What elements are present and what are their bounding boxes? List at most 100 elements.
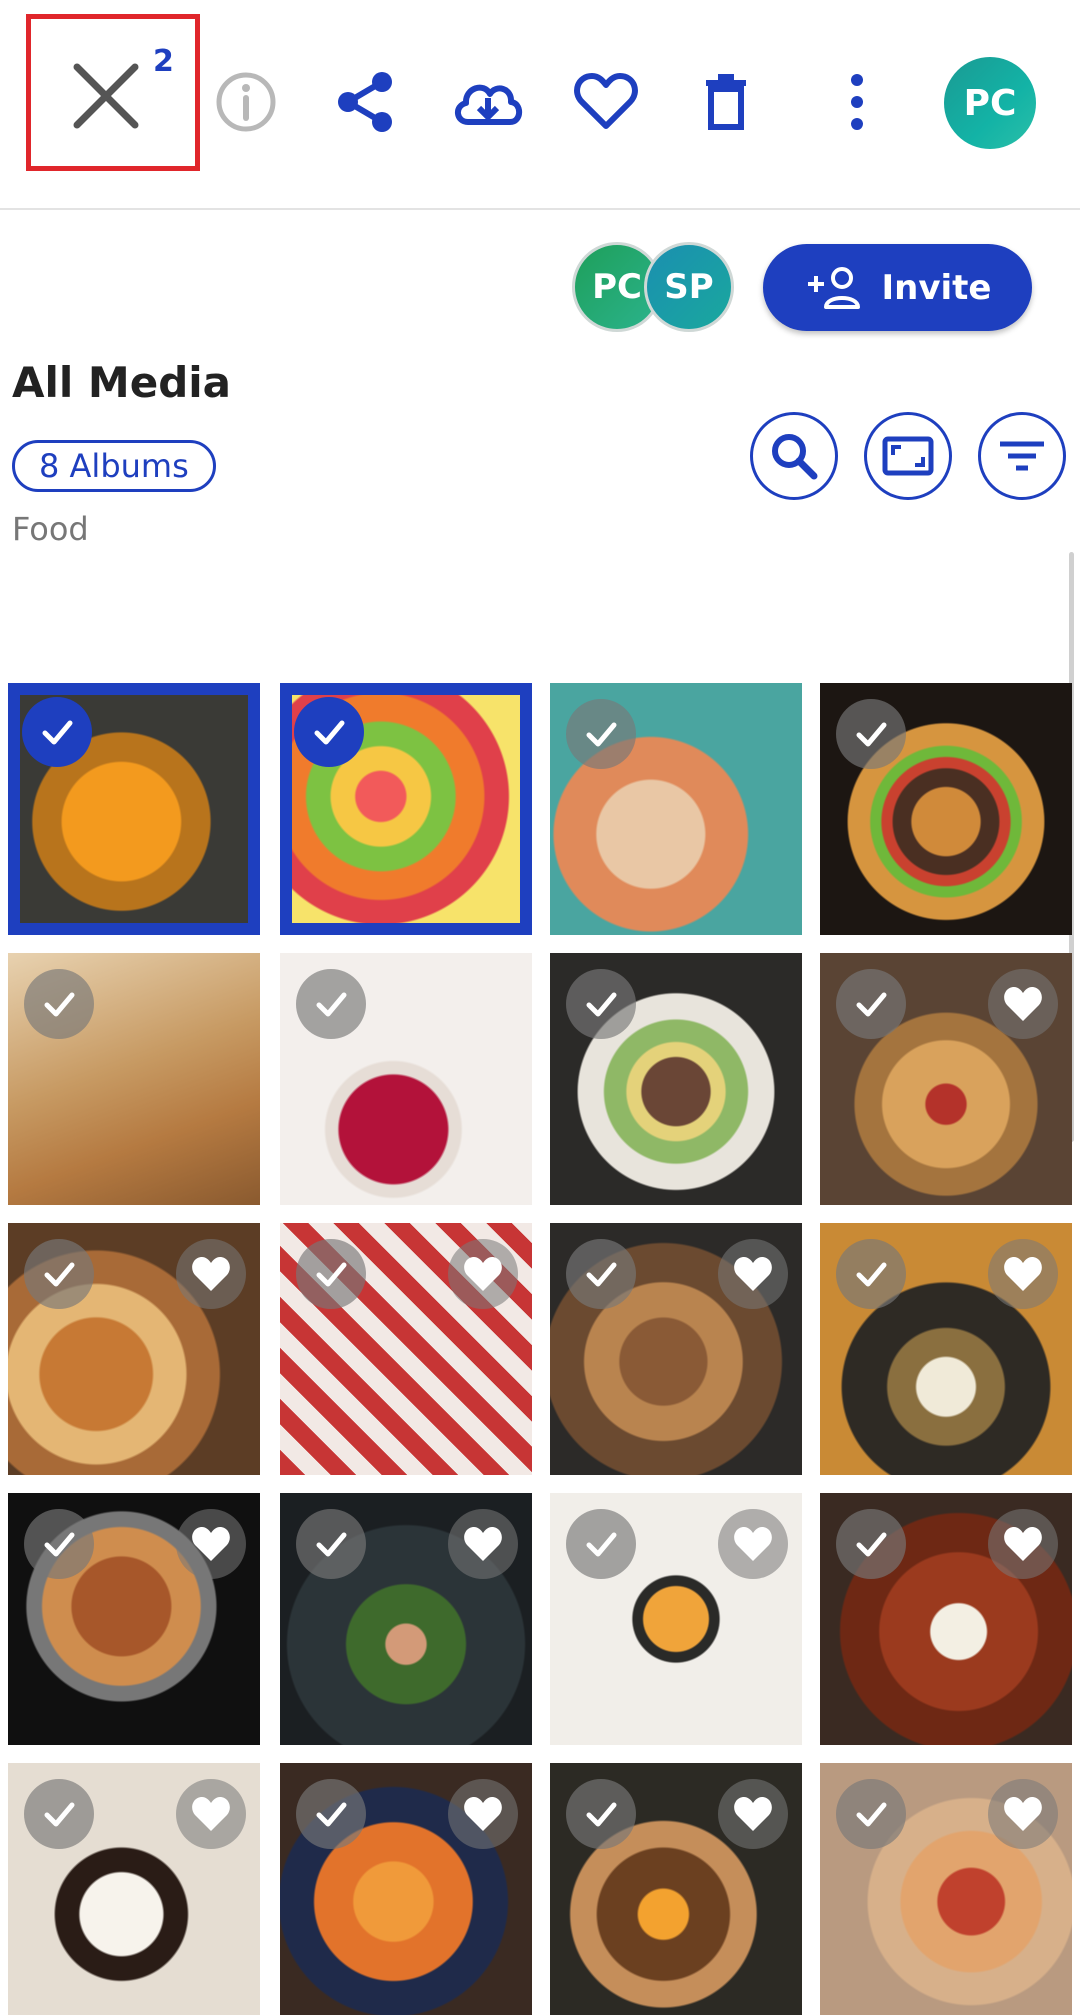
invite-button[interactable]: Invite <box>763 244 1032 331</box>
select-checkbox[interactable] <box>566 1779 636 1849</box>
select-checkbox[interactable] <box>836 1779 906 1849</box>
photo-tile[interactable] <box>8 1763 260 2015</box>
checkmark-icon <box>586 992 617 1017</box>
checkmark-icon <box>316 1802 347 1827</box>
checkmark-icon <box>586 1262 617 1287</box>
favorite-toggle[interactable] <box>988 1239 1058 1309</box>
photo-tile[interactable] <box>820 1763 1072 2015</box>
checkmark-icon <box>856 1262 887 1287</box>
favorite-toggle[interactable] <box>448 1779 518 1849</box>
heart-icon <box>574 73 638 129</box>
checkmark-icon <box>586 1802 617 1827</box>
select-checkbox[interactable] <box>24 1239 94 1309</box>
select-checkbox[interactable] <box>836 1509 906 1579</box>
photo-tile[interactable] <box>8 953 260 1205</box>
favorite-toggle[interactable] <box>988 1509 1058 1579</box>
heart-icon <box>734 1527 772 1561</box>
user-avatar[interactable]: PC <box>944 57 1036 149</box>
checkmark-icon <box>44 992 75 1017</box>
photo-tile[interactable] <box>820 953 1072 1205</box>
share-button[interactable] <box>330 66 402 138</box>
select-checkbox[interactable] <box>566 699 636 769</box>
add-person-icon <box>807 266 860 309</box>
select-checkbox[interactable] <box>296 1239 366 1309</box>
heart-icon <box>192 1797 230 1831</box>
photo-tile[interactable] <box>280 1493 532 1745</box>
filter-button[interactable] <box>978 412 1066 500</box>
info-icon <box>216 72 276 132</box>
heart-icon <box>192 1527 230 1561</box>
photo-tile[interactable] <box>550 1763 802 2015</box>
favorite-toggle[interactable] <box>176 1239 246 1309</box>
photo-tile[interactable] <box>550 683 802 935</box>
download-button[interactable] <box>450 66 526 138</box>
favorite-toggle[interactable] <box>448 1239 518 1309</box>
select-checkbox[interactable] <box>24 969 94 1039</box>
info-button[interactable] <box>210 66 282 138</box>
photo-tile[interactable] <box>8 1223 260 1475</box>
select-checkbox[interactable] <box>24 1779 94 1849</box>
photo-tile[interactable] <box>820 1223 1072 1475</box>
heart-icon <box>1004 987 1042 1021</box>
aspect-ratio-button[interactable] <box>864 412 952 500</box>
filter-icon <box>1000 441 1044 471</box>
photo-tile[interactable] <box>820 683 1072 935</box>
photo-tile[interactable] <box>820 1493 1072 1745</box>
favorite-toggle[interactable] <box>176 1509 246 1579</box>
photo-tile[interactable] <box>8 1493 260 1745</box>
select-checkbox[interactable] <box>296 1509 366 1579</box>
select-checkbox[interactable] <box>836 1239 906 1309</box>
select-checkbox[interactable] <box>566 969 636 1039</box>
favorite-toggle[interactable] <box>718 1509 788 1579</box>
favorite-toggle[interactable] <box>718 1779 788 1849</box>
photo-tile[interactable] <box>280 1763 532 2015</box>
select-checkbox[interactable] <box>22 697 92 767</box>
checkmark-icon <box>44 1802 75 1827</box>
photo-tile[interactable] <box>550 1223 802 1475</box>
select-checkbox[interactable] <box>836 969 906 1039</box>
select-checkbox[interactable] <box>836 699 906 769</box>
trash-icon <box>706 74 746 130</box>
heart-icon <box>464 1527 502 1561</box>
photo-tile[interactable] <box>280 1223 532 1475</box>
albums-chip[interactable]: 8 Albums <box>12 440 216 492</box>
select-checkbox[interactable] <box>566 1509 636 1579</box>
photo-tile[interactable] <box>550 1493 802 1745</box>
aspect-ratio-icon <box>882 436 934 476</box>
select-checkbox[interactable] <box>294 697 364 767</box>
favorite-toggle[interactable] <box>448 1509 518 1579</box>
favorite-toggle[interactable] <box>176 1779 246 1849</box>
checkmark-icon <box>856 1802 887 1827</box>
favorite-button[interactable] <box>570 66 642 138</box>
select-checkbox[interactable] <box>24 1509 94 1579</box>
checkmark-icon <box>586 722 617 747</box>
selected-count-badge: 2 <box>153 44 174 79</box>
cloud-download-icon <box>455 84 523 125</box>
delete-button[interactable] <box>690 66 762 138</box>
invite-label: Invite <box>881 267 992 308</box>
favorite-toggle[interactable] <box>988 1779 1058 1849</box>
photo-tile[interactable] <box>8 683 260 935</box>
select-checkbox[interactable] <box>296 969 366 1039</box>
heart-icon <box>734 1257 772 1291</box>
select-checkbox[interactable] <box>296 1779 366 1849</box>
close-selection-button[interactable]: 2 <box>26 14 200 171</box>
heart-icon <box>1004 1527 1042 1561</box>
favorite-toggle[interactable] <box>988 969 1058 1039</box>
photo-tile[interactable] <box>550 953 802 1205</box>
photo-tile[interactable] <box>280 683 532 935</box>
photo-tile[interactable] <box>280 953 532 1205</box>
selection-toolbar: 2 PC <box>0 0 1080 208</box>
member-avatar[interactable]: SP <box>644 242 734 332</box>
search-button[interactable] <box>750 412 838 500</box>
favorite-toggle[interactable] <box>718 1239 788 1309</box>
more-options-button[interactable] <box>822 66 892 138</box>
search-icon <box>772 434 818 480</box>
checkmark-icon <box>856 992 887 1017</box>
heart-icon <box>1004 1797 1042 1831</box>
share-icon <box>338 72 392 132</box>
select-checkbox[interactable] <box>566 1239 636 1309</box>
checkmark-icon <box>856 1532 887 1557</box>
checkmark-icon <box>44 1262 75 1287</box>
checkmark-icon <box>44 1532 75 1557</box>
